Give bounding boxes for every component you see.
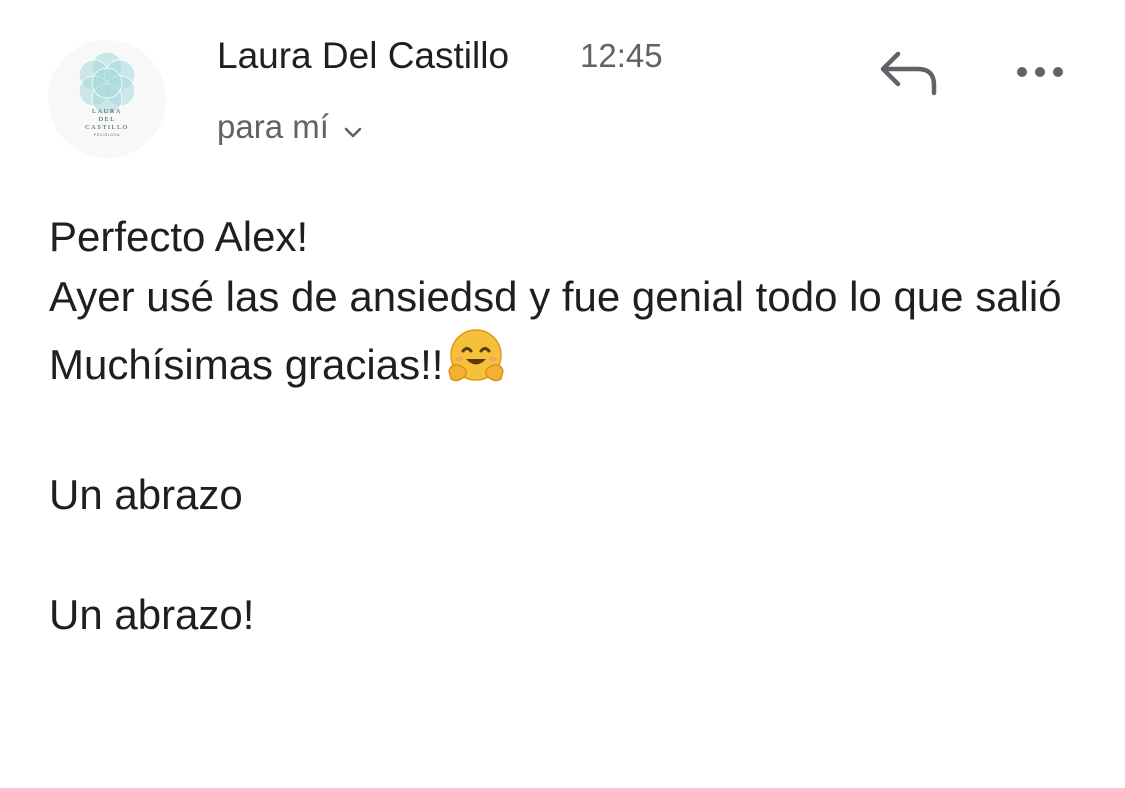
email-view: LAURA DEL CASTILLO PSICÓLOGA Laura Del C… (0, 0, 1125, 788)
reply-icon[interactable] (878, 48, 940, 98)
hugging-face-emoji-icon (445, 327, 507, 405)
logo-text-line2: DEL (98, 116, 115, 123)
recipient-toggle[interactable]: para mí (217, 106, 363, 148)
avatar[interactable]: LAURA DEL CASTILLO PSICÓLOGA (48, 40, 166, 158)
message-time: 12:45 (580, 37, 663, 74)
logo-text-line3: CASTILLO (85, 124, 128, 131)
message-line-with-emoji: Muchísimas gracias!! (49, 327, 1089, 405)
message-line: Un abrazo (49, 471, 243, 518)
chevron-down-icon (343, 110, 363, 148)
message-line: Muchísimas gracias!! (49, 341, 444, 388)
message-line: Un abrazo! (49, 591, 255, 638)
psychologist-logo: LAURA DEL CASTILLO PSICÓLOGA (78, 51, 136, 137)
message-line: Perfecto Alex! (49, 213, 309, 260)
logo-text-line4: PSICÓLOGA (94, 132, 120, 137)
message-body: Perfecto Alex! Ayer usé las de ansiedsd … (49, 207, 1089, 645)
recipient-label: para mí (217, 108, 329, 145)
logo-text-line1: LAURA (92, 108, 122, 115)
message-line: Ayer usé las de ansiedsd y fue genial to… (49, 273, 1062, 320)
sender-name[interactable]: Laura Del Castillo (217, 35, 509, 77)
more-options-icon[interactable] (1010, 58, 1070, 86)
